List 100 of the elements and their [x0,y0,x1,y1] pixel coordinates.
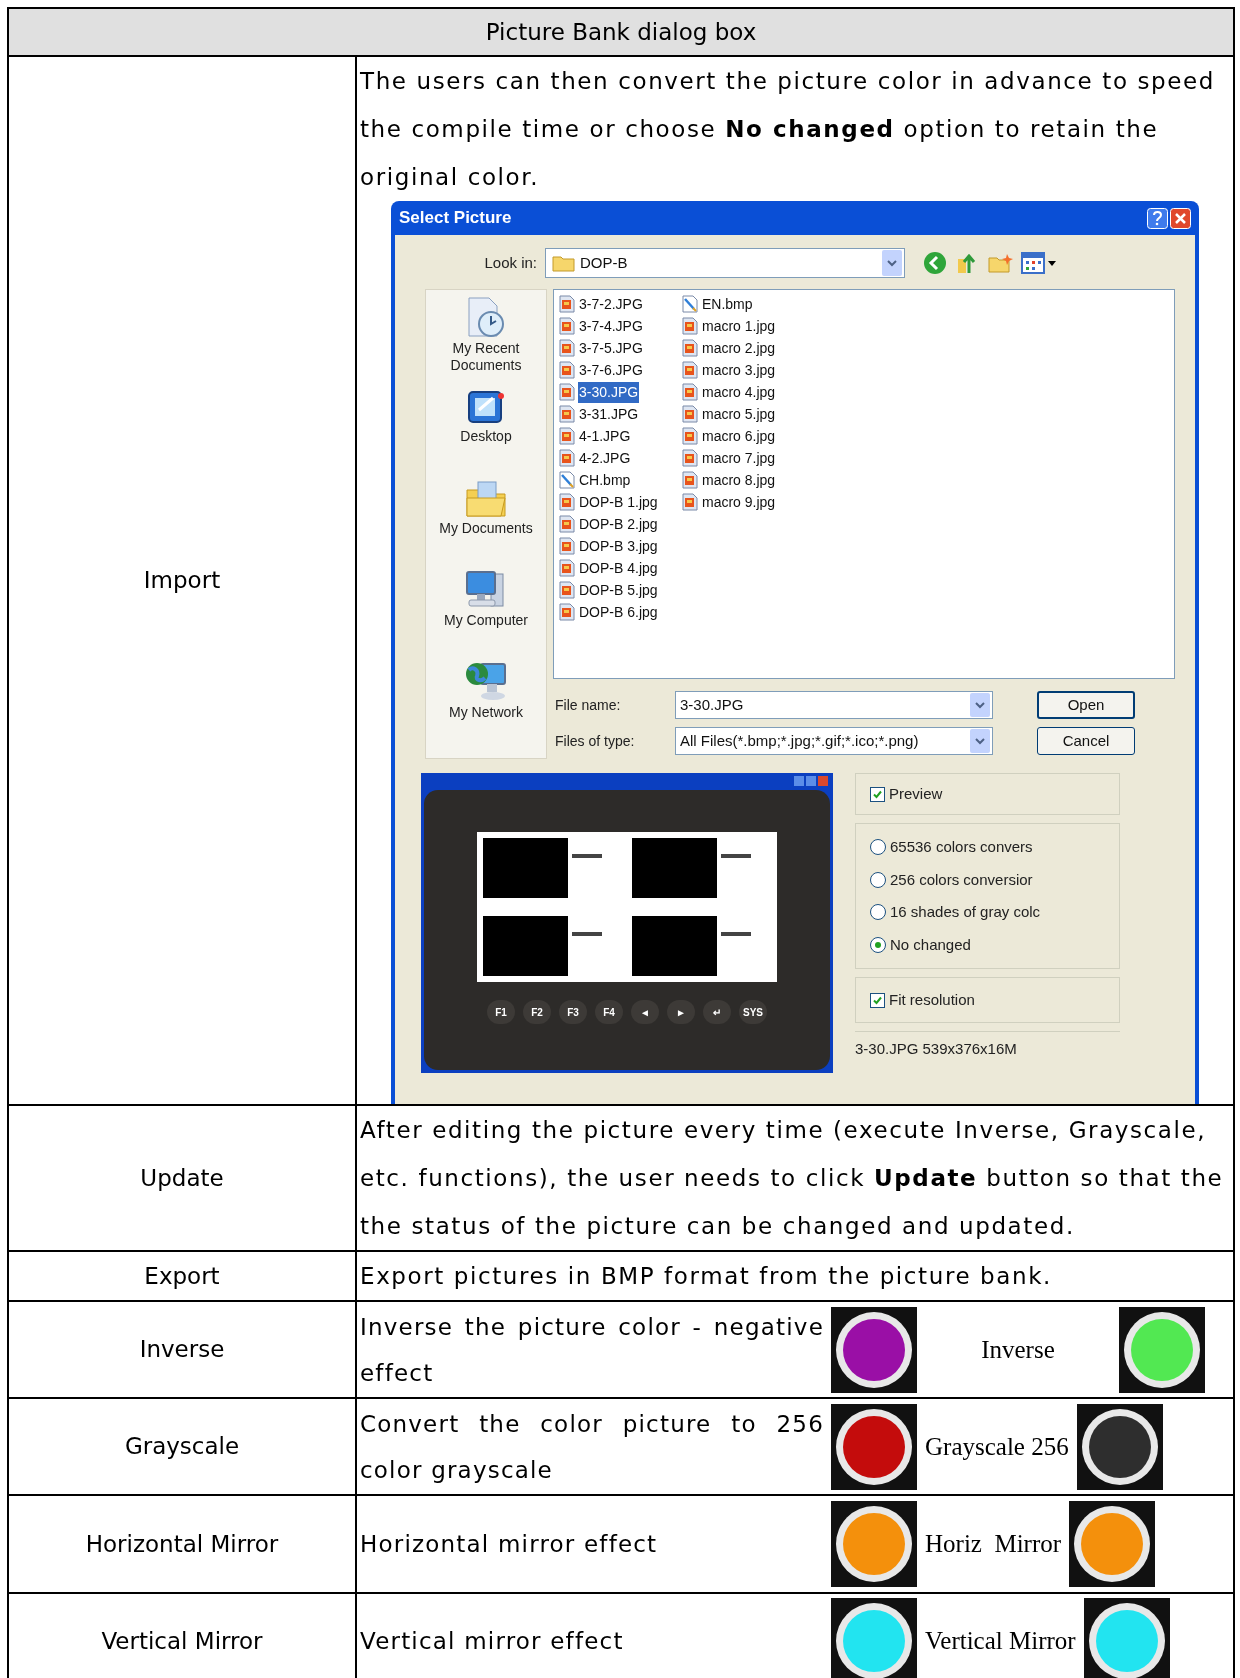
paint-file-icon [558,471,576,489]
help-button-icon[interactable] [1147,207,1168,229]
checkbox[interactable] [870,786,885,802]
radio-label: 16 shades of gray colc [890,902,1041,922]
image-file-icon [558,339,576,357]
radio-button[interactable] [870,871,886,888]
description-text: Export pictures in BMP format from the picture bank. [359,1262,1053,1291]
description-text: After editing the picture every time (execute Inverse, Grayscale, etc. functions), the user needs to click Update button so that the the status of the picture can be changed and updated. [359,1116,1225,1241]
image-file-icon [681,449,699,467]
dialog-button[interactable]: Cancel [1037,727,1135,755]
row-label: Vertical Mirror [9,1594,357,1678]
radio-button[interactable] [870,936,886,953]
fit-resolution-label: Fit resolution [889,989,975,1010]
image-file-icon [558,317,576,335]
dropdown-caret-icon[interactable] [970,693,990,717]
image-caption: Vertical Mirror [924,1626,1077,1657]
file-item[interactable]: macro 3.jpg [681,359,804,381]
file-item[interactable]: 4-1.JPG [558,425,681,447]
folder-icon [464,478,508,520]
places-item[interactable]: My Network [431,658,541,734]
row-label: Import [9,57,357,1104]
dialog-title: Select Picture [399,207,512,230]
row-label: Update [9,1106,357,1250]
keypad-key: ► [667,1000,695,1024]
description-text: The users can then convert the picture color in advance to speed the compile time or choose No changed option to retain the original color. [359,67,1216,192]
image-file-icon [681,427,699,445]
file-item[interactable]: macro 6.jpg [681,425,804,447]
row-label: Export [9,1252,357,1300]
places-item[interactable]: Desktop [431,388,541,464]
image-file-icon [681,317,699,335]
file-item[interactable]: macro 2.jpg [681,337,804,359]
image-file-icon [558,427,576,445]
file-item[interactable]: DOP-B 1.jpg [558,491,681,513]
file-item[interactable]: macro 5.jpg [681,403,804,425]
file-item[interactable]: macro 9.jpg [681,491,804,513]
file-item[interactable]: 3-7-6.JPG [558,359,681,381]
image-file-icon [681,405,699,423]
image-file-icon [558,295,576,313]
file-item[interactable]: DOP-B 3.jpg [558,535,681,557]
file-item[interactable]: 3-7-2.JPG [558,293,681,315]
image-file-icon [558,383,576,401]
dropdown-caret-icon[interactable] [882,250,902,276]
keypad-key: F4 [595,1000,623,1024]
file-item[interactable]: macro 8.jpg [681,469,804,491]
image-file-icon [558,449,576,467]
image-file-icon [558,361,576,379]
keypad-key: F2 [523,1000,551,1024]
image-file-icon [558,515,576,533]
file-item[interactable]: DOP-B 6.jpg [558,601,681,623]
image-file-icon [558,559,576,577]
file-type-dropdown[interactable]: All Files(*.bmp;*.jpg;*.gif;*.ico;*.png) [675,727,993,755]
row-label: Horizontal Mirror [9,1496,357,1592]
file-item[interactable]: macro 7.jpg [681,447,804,469]
file-item[interactable]: DOP-B 4.jpg [558,557,681,579]
file-item[interactable]: CH.bmp [558,469,681,491]
image-file-icon [558,493,576,511]
description-text: Vertical mirror effect [359,1627,625,1656]
radio-label: 256 colors conversior [890,869,1033,890]
description-text: Inverse the picture color - negative effect [359,1312,825,1388]
file-item[interactable]: macro 1.jpg [681,315,804,337]
radio-button[interactable] [870,839,886,856]
dropdown-caret-icon[interactable] [970,729,990,753]
row-label: Inverse [9,1302,357,1397]
file-item[interactable]: DOP-B 2.jpg [558,513,681,535]
look-in-dropdown[interactable]: DOP-B [545,248,905,278]
view-menu-icon[interactable] [1021,252,1057,274]
image-file-icon [681,471,699,489]
places-item[interactable]: My Computer [431,568,541,644]
file-name-field[interactable]: 3-30.JPG [675,691,993,719]
image-file-icon [558,603,576,621]
file-item[interactable]: EN.bmp [681,293,804,315]
dialog-button[interactable]: Open [1037,691,1135,719]
file-item[interactable]: macro 4.jpg [681,381,804,403]
file-item[interactable]: DOP-B 5.jpg [558,579,681,601]
places-item[interactable]: My Recent Documents [431,296,541,374]
file-item[interactable]: 3-7-4.JPG [558,315,681,337]
keypad-key: ◄ [631,1000,659,1024]
table-title: Picture Bank dialog box [9,9,1233,57]
look-in-label: Look in: [483,252,538,273]
preview-label: Preview [889,783,943,804]
paint-file-icon [681,295,699,313]
file-item[interactable]: 4-2.JPG [558,447,681,469]
file-type-label: Files of type: [554,731,636,751]
look-in-value: DOP-B [579,252,629,273]
file-item[interactable]: 3-7-5.JPG [558,337,681,359]
clock-document-icon [465,296,507,340]
radio-label: 65536 colors convers [890,837,1033,857]
image-file-icon [558,581,576,599]
image-file-icon [681,339,699,357]
row-label: Grayscale [9,1399,357,1494]
radio-label: No changed [890,934,971,955]
description-text: Convert the color picture to 256 color grayscale [359,1409,825,1485]
checkbox[interactable] [870,992,885,1008]
keypad-key: ↵ [703,1000,731,1024]
radio-button[interactable] [870,904,886,921]
keypad-key: F3 [559,1000,587,1024]
folder-icon [552,254,576,272]
keypad-key: SYS [739,1000,767,1024]
places-item[interactable]: My Documents [431,478,541,554]
file-item[interactable]: 3-31.JPG [558,403,681,425]
